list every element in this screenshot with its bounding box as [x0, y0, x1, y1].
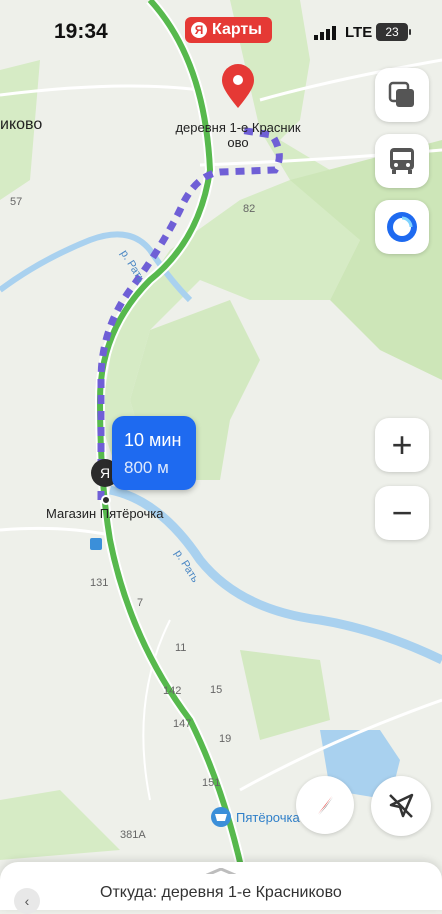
- poi-label[interactable]: Пятёрочка: [236, 810, 300, 825]
- village-label: иково: [0, 116, 43, 133]
- layers-icon: [388, 81, 414, 107]
- from-field[interactable]: Откуда: деревня 1-е Красниково: [100, 884, 342, 902]
- house-number: 151: [202, 777, 221, 789]
- house-number: 147: [173, 718, 192, 730]
- app-badge[interactable]: Я Карты: [185, 17, 272, 43]
- house-number: 11: [175, 642, 187, 654]
- route-time: 10 мин: [124, 430, 182, 450]
- zoom-out-button[interactable]: −: [375, 486, 429, 540]
- compass-icon: [318, 796, 333, 815]
- destination-label[interactable]: деревня 1-е Красник ово: [172, 120, 304, 150]
- store-label[interactable]: Магазин Пятёрочка: [46, 506, 163, 521]
- battery-level: 23: [385, 25, 399, 39]
- svg-text:Я: Я: [100, 465, 110, 481]
- back-button[interactable]: ‹: [14, 888, 40, 914]
- house-number: 7: [137, 597, 144, 609]
- status-time: 19:34: [54, 20, 108, 43]
- chevron-up-icon[interactable]: [205, 868, 237, 874]
- signal-icon: [314, 26, 336, 40]
- bus-stop-icon[interactable]: [90, 538, 102, 550]
- battery-icon: 23: [376, 23, 411, 41]
- plus-icon: +: [391, 424, 413, 465]
- house-number: 15: [210, 684, 223, 696]
- poi-basket-icon[interactable]: [211, 807, 231, 827]
- layers-button[interactable]: [375, 68, 429, 122]
- bottom-sheet[interactable]: ‹ Откуда: деревня 1-е Красниково: [0, 862, 442, 914]
- bus-icon: [390, 148, 414, 174]
- status-bar: 19:34 Я Карты LTE 23: [0, 0, 442, 60]
- destination-label-line1: деревня 1-е Красник: [175, 120, 301, 135]
- chevron-left-icon: ‹: [24, 893, 30, 909]
- house-number: 142: [163, 685, 182, 697]
- yandex-logo-icon: Я: [191, 22, 207, 38]
- house-number: 19: [219, 733, 232, 745]
- house-number: 381А: [120, 829, 146, 841]
- route-info-badge[interactable]: 10 мин 800 м: [112, 416, 196, 490]
- alice-button[interactable]: [375, 200, 429, 254]
- navigation-off-icon: [389, 793, 414, 818]
- house-number: 57: [10, 196, 23, 208]
- alice-icon: [387, 212, 417, 242]
- minus-icon: −: [391, 492, 413, 533]
- route-distance: 800 м: [124, 458, 169, 477]
- house-number: 131: [90, 577, 109, 589]
- location-button[interactable]: [371, 776, 431, 836]
- zoom-in-button[interactable]: +: [375, 418, 429, 472]
- network-type: LTE: [345, 24, 373, 41]
- app-badge-label: Карты: [212, 21, 262, 38]
- destination-label-line2: ово: [227, 135, 249, 150]
- house-number: 82: [243, 203, 256, 215]
- compass-button[interactable]: [296, 776, 354, 834]
- transport-button[interactable]: [375, 134, 429, 188]
